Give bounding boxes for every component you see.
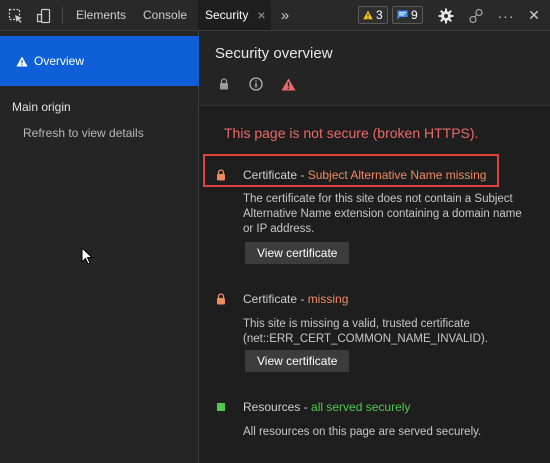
tab-security-label: Security [205, 8, 249, 22]
warnings-badge[interactable]: 3 [358, 6, 388, 24]
certificate-san-description: The certificate for this site does not c… [243, 193, 522, 235]
certificate-missing-prefix: Certificate - [243, 292, 308, 306]
resources-description: All resources on this page are served se… [243, 426, 482, 438]
resources-status: all served securely [311, 400, 411, 414]
devtools-toolbar: Elements Console Security × » 3 9 ··· ✕ [0, 0, 550, 31]
security-summary-banner: This page is not secure (broken HTTPS). [224, 125, 479, 141]
annotation-highlight-box [203, 154, 499, 187]
connection-icon[interactable] [466, 0, 486, 31]
more-menu-button[interactable]: ··· [495, 0, 517, 31]
view-certificate-button[interactable]: View certificate [245, 242, 350, 264]
refresh-hint: Refresh to view details [23, 126, 144, 140]
certificate-missing-title: Certificate - missing [243, 292, 348, 306]
tab-console[interactable]: Console [143, 0, 187, 30]
mouse-pointer-icon [81, 246, 94, 268]
certificate-missing-status: missing [307, 292, 349, 306]
messages-count: 9 [411, 8, 418, 22]
inspect-element-icon[interactable] [6, 0, 26, 31]
tab-security[interactable]: Security × [198, 0, 271, 30]
view-certificate-button[interactable]: View certificate [245, 350, 350, 372]
page-title: Security overview [215, 45, 333, 62]
sidebar-item-overview-label: Overview [34, 54, 85, 68]
toolbar-divider [62, 7, 63, 24]
resources-title: Resources - all served securely [243, 400, 410, 414]
tab-elements-label: Elements [76, 8, 127, 22]
lock-icon [215, 75, 233, 93]
close-tab-icon[interactable]: × [257, 7, 265, 23]
tab-console-label: Console [143, 8, 188, 22]
resources-prefix: Resources - [243, 400, 312, 414]
secure-square-icon [215, 400, 227, 414]
sidebar-item-overview[interactable]: Overview [0, 36, 199, 86]
security-warning-icon [279, 75, 297, 93]
security-main-panel: Security overview This page is not secur… [199, 31, 550, 463]
security-sidebar: Overview Main origin Refresh to view det… [0, 31, 199, 463]
device-toolbar-icon[interactable] [34, 0, 54, 31]
warnings-count: 3 [376, 8, 383, 22]
main-origin-heading: Main origin [12, 100, 71, 114]
more-tabs-button[interactable]: » [277, 0, 293, 31]
messages-badge[interactable]: 9 [392, 6, 423, 24]
certificate-missing-description: This site is missing a valid, trusted ce… [243, 318, 488, 345]
lock-icon [215, 292, 227, 306]
close-devtools-button[interactable]: ✕ [524, 0, 544, 31]
tab-elements[interactable]: Elements [76, 0, 126, 30]
overview-header: Security overview [199, 31, 550, 106]
info-icon [247, 75, 265, 93]
gear-icon[interactable] [436, 0, 456, 31]
warning-icon [16, 56, 28, 67]
message-icon [397, 10, 408, 20]
warning-icon [363, 10, 373, 20]
